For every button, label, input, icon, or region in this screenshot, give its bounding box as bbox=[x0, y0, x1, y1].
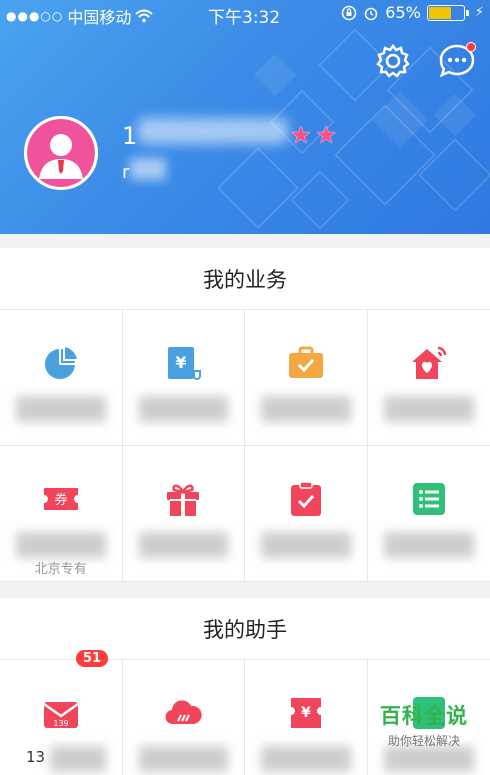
watermark-title: 百科全说 bbox=[380, 704, 468, 728]
profile-header: ●●●○○ 中国移动 下午3:32 65% ⚡ 1 ★ ★ r bbox=[0, 0, 490, 234]
label-redacted bbox=[261, 396, 351, 422]
business-section: 我的业务 ¥ 券 北京专有 bbox=[0, 248, 490, 582]
assistant-item-cloud[interactable] bbox=[123, 660, 245, 775]
account-subtitle: r bbox=[122, 162, 130, 183]
cloud-icon bbox=[165, 700, 202, 725]
wifi-icon bbox=[135, 9, 154, 23]
status-time: 下午3:32 bbox=[208, 8, 281, 28]
clipboard-check-icon bbox=[290, 481, 321, 516]
business-item-list[interactable] bbox=[367, 446, 490, 582]
label-redacted bbox=[16, 396, 106, 422]
label-redacted bbox=[383, 532, 474, 558]
gear-icon bbox=[376, 43, 410, 78]
business-item-service[interactable] bbox=[245, 310, 368, 446]
signal-icon: ●●●○○ bbox=[6, 9, 64, 23]
watermark: 百科全说 助你轻松解决 bbox=[380, 700, 468, 749]
status-bar: ●●●○○ 中国移动 下午3:32 65% ⚡ bbox=[0, 0, 490, 28]
bill-icon: ¥ bbox=[168, 347, 202, 380]
business-item-home[interactable] bbox=[367, 310, 490, 446]
assistant-section-title: 我的助手 bbox=[0, 598, 490, 660]
list-icon bbox=[412, 483, 445, 515]
label-redacted bbox=[16, 532, 106, 558]
subtitle-redacted bbox=[130, 158, 166, 180]
star-icon: ★ bbox=[315, 121, 338, 149]
header-background-pattern bbox=[217, 28, 490, 230]
unread-count-badge: 51 bbox=[76, 650, 109, 667]
business-section-title: 我的业务 bbox=[0, 248, 490, 310]
messages-button[interactable] bbox=[438, 42, 476, 80]
svg-text:139: 139 bbox=[53, 719, 68, 728]
settings-button[interactable] bbox=[374, 42, 412, 80]
business-item-gift[interactable] bbox=[122, 446, 245, 582]
battery-percent: 65% bbox=[385, 3, 421, 22]
battery-icon bbox=[426, 4, 469, 21]
label-redacted bbox=[261, 746, 351, 772]
phone-number-redacted bbox=[138, 118, 288, 144]
smart-home-icon bbox=[411, 346, 446, 379]
alarm-icon bbox=[365, 7, 378, 20]
member-stars: ★ ★ bbox=[290, 121, 337, 149]
label-redacted bbox=[383, 746, 474, 772]
assistant-item-mail[interactable]: 139 51 13 bbox=[0, 650, 123, 775]
svg-text:券: 券 bbox=[54, 492, 67, 508]
label-redacted bbox=[138, 396, 228, 422]
phone-number: 1 bbox=[122, 122, 139, 150]
svg-text:¥: ¥ bbox=[301, 705, 311, 721]
coupon-icon: 券 bbox=[43, 488, 78, 510]
briefcase-icon bbox=[288, 346, 323, 378]
business-item-package[interactable] bbox=[0, 310, 123, 446]
avatar[interactable] bbox=[24, 116, 98, 190]
user-avatar-icon bbox=[27, 119, 95, 187]
label-redacted bbox=[50, 746, 106, 772]
ticket-icon: ¥ bbox=[290, 698, 321, 728]
unread-dot bbox=[466, 42, 476, 52]
pie-chart-icon bbox=[44, 344, 79, 379]
business-item-bill[interactable]: ¥ bbox=[122, 310, 245, 446]
coupon-subtitle: 北京专有 bbox=[34, 562, 87, 577]
orientation-lock-icon bbox=[342, 5, 357, 20]
watermark-subtitle: 助你轻松解决 bbox=[387, 734, 460, 748]
business-item-coupon[interactable]: 券 北京专有 bbox=[0, 446, 123, 582]
assistant-item-ticket[interactable]: ¥ bbox=[245, 660, 368, 775]
label-redacted bbox=[383, 396, 474, 422]
gift-icon bbox=[167, 484, 200, 516]
label-redacted bbox=[261, 532, 351, 558]
label-redacted bbox=[138, 746, 228, 772]
label-redacted bbox=[138, 532, 228, 558]
carrier-name: 中国移动 bbox=[67, 8, 132, 27]
star-icon: ★ bbox=[290, 121, 312, 149]
charging-icon: ⚡ bbox=[474, 5, 484, 20]
svg-text:¥: ¥ bbox=[176, 353, 187, 372]
mail-139-icon: 139 bbox=[43, 702, 79, 728]
business-item-order[interactable] bbox=[245, 446, 368, 582]
